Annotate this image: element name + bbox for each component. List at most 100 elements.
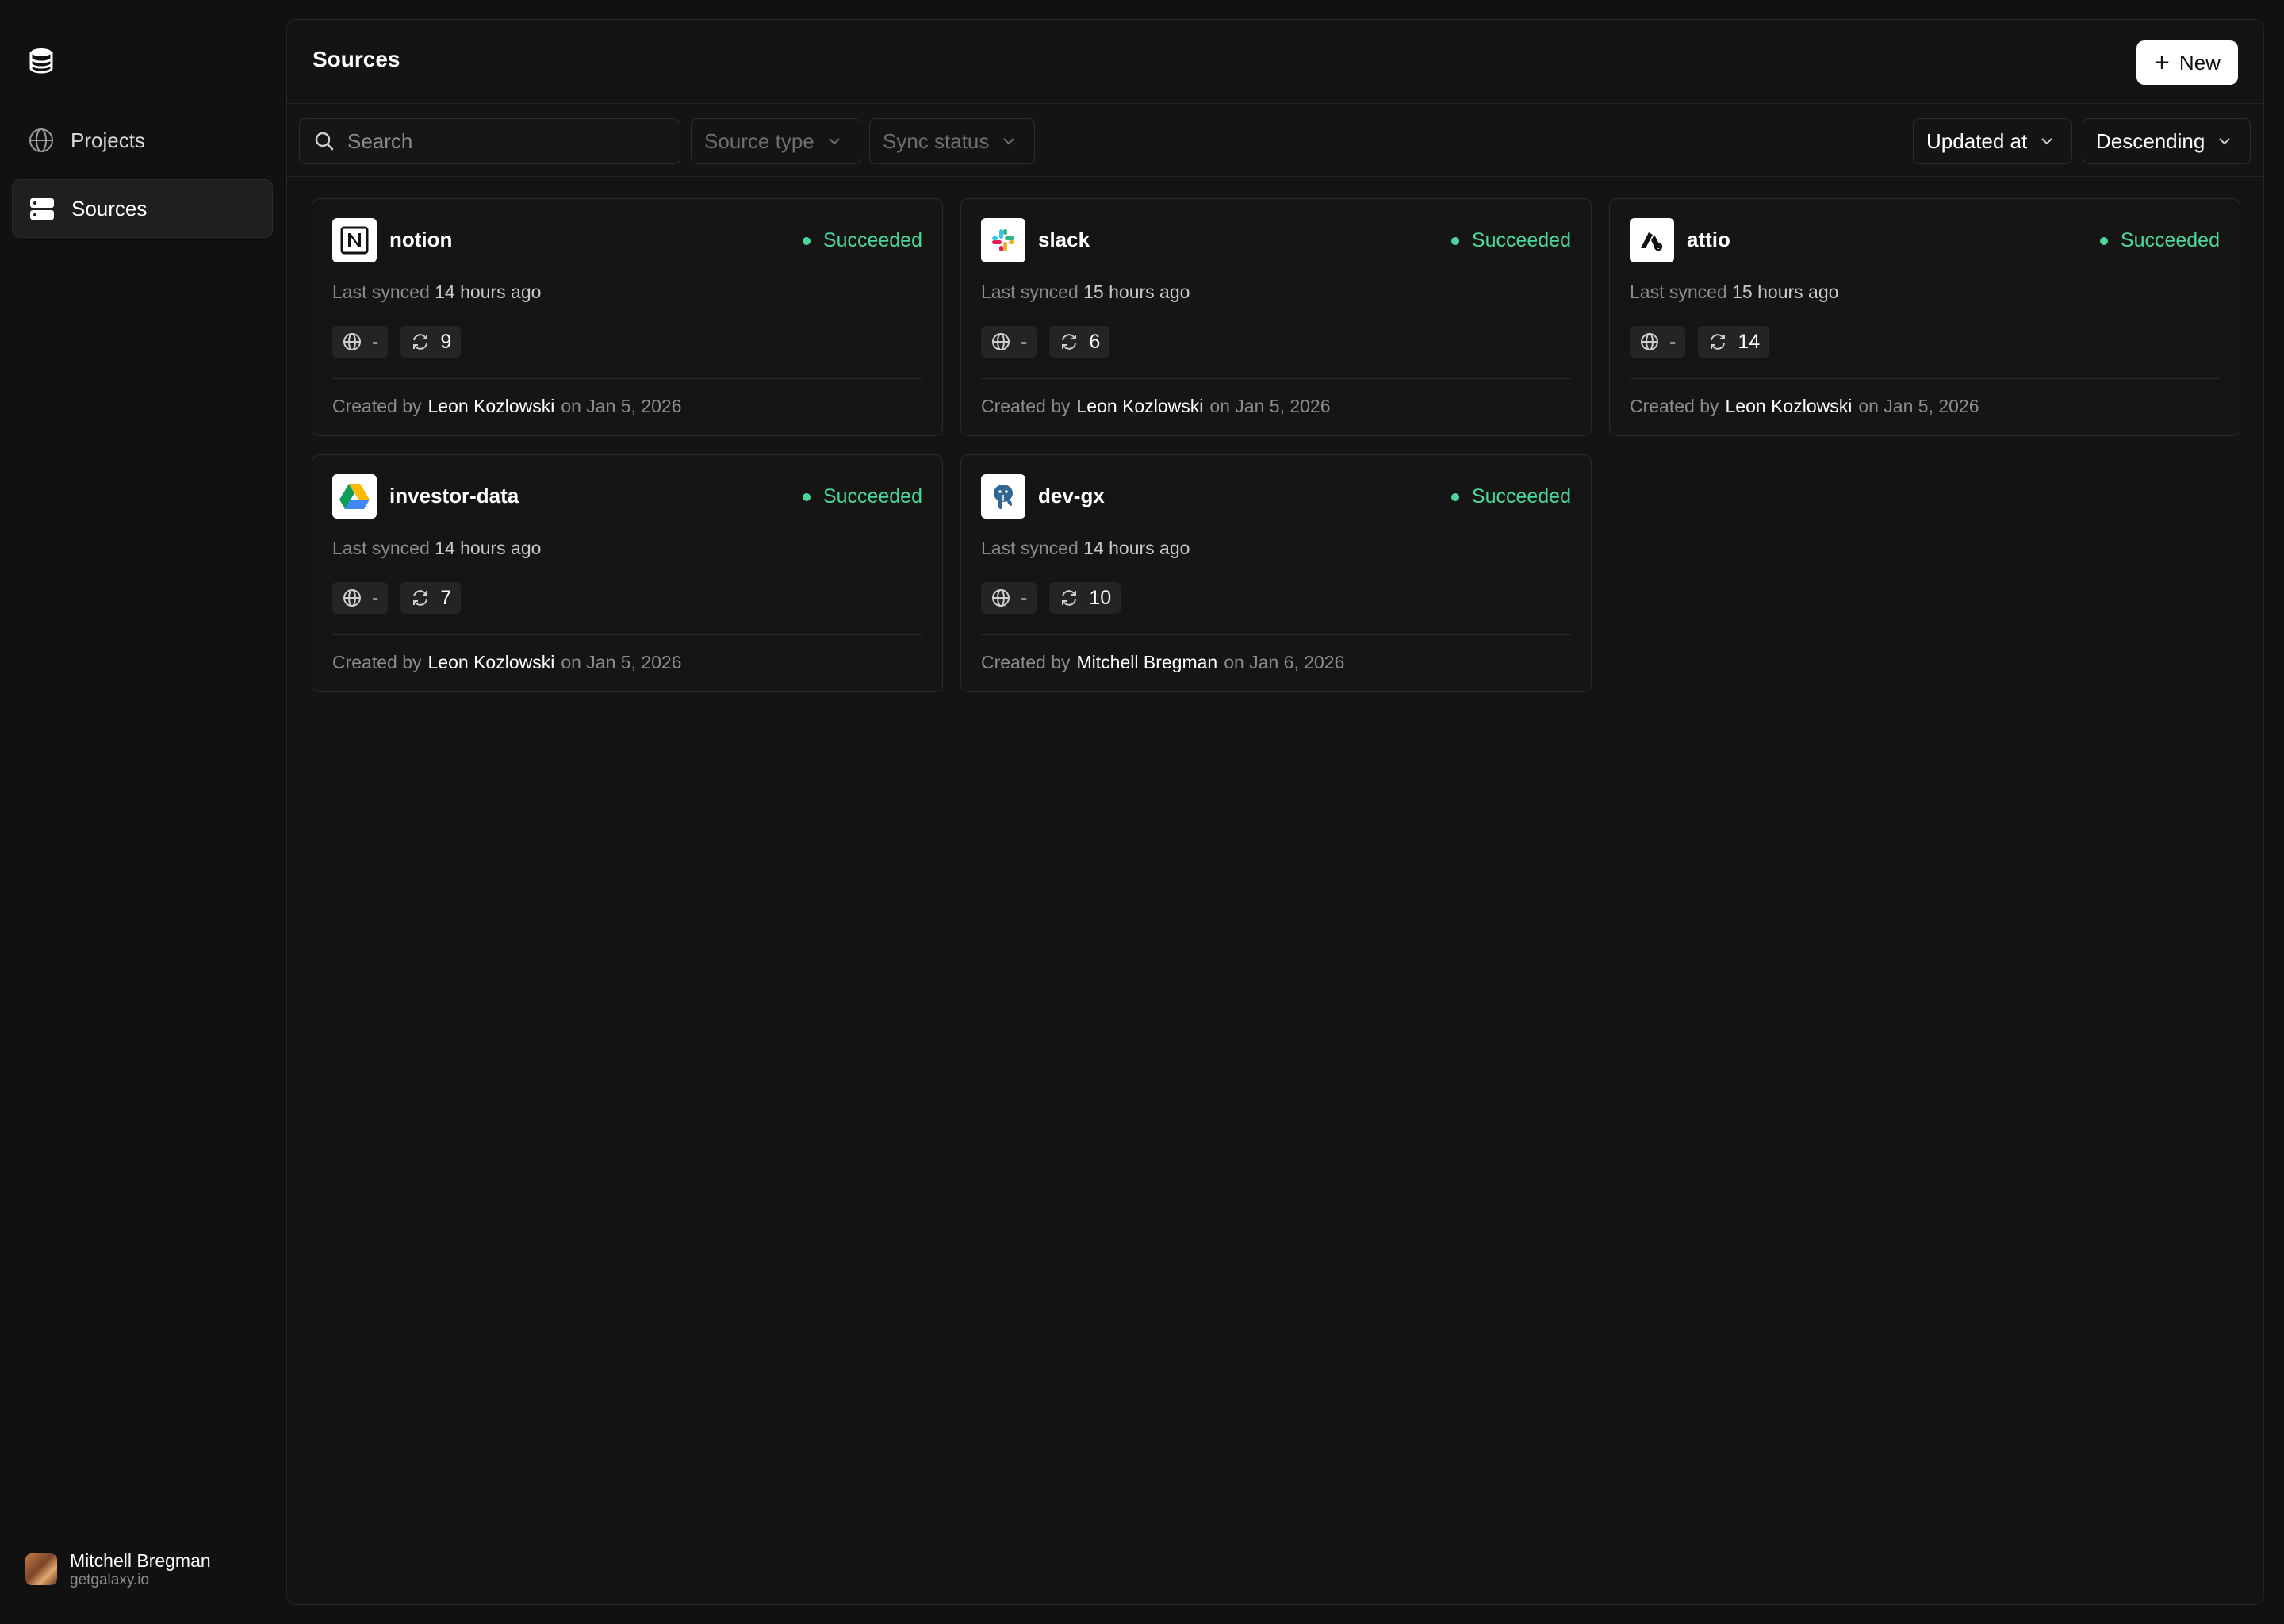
- notion-icon: [332, 218, 377, 262]
- refresh-icon: [410, 331, 431, 352]
- sidebar-item-projects[interactable]: Projects: [12, 111, 273, 170]
- last-synced-prefix: Last synced: [332, 538, 430, 558]
- last-synced-time: 14 hours ago: [435, 538, 542, 558]
- projects-value: -: [1669, 330, 1677, 353]
- divider: [332, 378, 922, 379]
- status-label: Succeeded: [2120, 229, 2220, 251]
- filter-bar: Source type Sync status Updated at Desce…: [287, 104, 2263, 177]
- last-synced-time: 15 hours ago: [1732, 282, 1839, 302]
- creator-name: Leon Kozlowski: [427, 652, 555, 672]
- syncs-value: 9: [440, 330, 452, 353]
- search-box[interactable]: [299, 118, 680, 164]
- chevron-down-icon: [2040, 134, 2054, 148]
- source-name: attio: [1687, 228, 1730, 251]
- sidebar-item-sources[interactable]: Sources: [12, 179, 273, 238]
- last-synced: Last synced 14 hours ago: [332, 538, 541, 559]
- sync-status-dropdown[interactable]: Sync status: [869, 118, 1035, 164]
- created-date: on Jan 6, 2026: [1224, 652, 1345, 672]
- divider: [981, 378, 1571, 379]
- creator-name: Leon Kozlowski: [427, 396, 555, 416]
- search-input[interactable]: [346, 128, 663, 155]
- projects-count: -: [332, 326, 389, 358]
- syncs-value: 7: [440, 586, 452, 609]
- created-date: on Jan 5, 2026: [1858, 396, 1979, 416]
- server-icon: [29, 195, 56, 222]
- source-name: investor-data: [389, 484, 519, 508]
- status-badge: Succeeded: [1450, 229, 1571, 252]
- sort-order-dropdown[interactable]: Descending: [2083, 118, 2251, 164]
- globe-icon: [991, 331, 1011, 352]
- last-synced-time: 14 hours ago: [1083, 538, 1190, 558]
- syncs-value: 6: [1089, 330, 1101, 353]
- created-prefix: Created by: [332, 396, 422, 416]
- plus-icon: +: [2154, 48, 2170, 78]
- last-synced-prefix: Last synced: [981, 538, 1079, 558]
- last-synced-time: 15 hours ago: [1083, 282, 1190, 302]
- created-date: on Jan 5, 2026: [561, 652, 682, 672]
- created-by: Created by Leon Kozlowski on Jan 5, 2026: [981, 396, 1331, 417]
- divider: [981, 634, 1571, 635]
- sidebar-item-label: Sources: [71, 196, 148, 220]
- status-label: Succeeded: [1471, 229, 1571, 251]
- last-synced-prefix: Last synced: [1630, 282, 1727, 302]
- last-synced-prefix: Last synced: [981, 282, 1079, 302]
- created-prefix: Created by: [981, 396, 1071, 416]
- projects-value: -: [1021, 586, 1028, 609]
- divider: [332, 634, 922, 635]
- projects-count: -: [981, 326, 1037, 358]
- card-stats: - 6: [981, 326, 1122, 358]
- syncs-count: 6: [1049, 326, 1110, 358]
- created-prefix: Created by: [332, 652, 422, 672]
- sidebar-item-label: Projects: [71, 128, 145, 152]
- user-name: Mitchell Bregman: [70, 1550, 211, 1571]
- attio-icon: [1630, 218, 1674, 262]
- source-card[interactable]: notion Succeeded Last synced 14 hours ag…: [312, 198, 943, 436]
- search-icon: [314, 131, 335, 151]
- user-profile[interactable]: Mitchell Bregman getgalaxy.io: [25, 1549, 211, 1589]
- creator-name: Leon Kozlowski: [1076, 396, 1204, 416]
- projects-count: -: [981, 582, 1037, 614]
- page-title: Sources: [312, 47, 400, 71]
- new-source-button[interactable]: + New: [2136, 40, 2238, 85]
- last-synced: Last synced 15 hours ago: [981, 282, 1190, 303]
- globe-icon: [28, 127, 55, 154]
- status-label: Succeeded: [822, 485, 922, 508]
- card-stats: - 7: [332, 582, 473, 614]
- projects-count: -: [332, 582, 389, 614]
- chevron-down-icon: [2217, 134, 2232, 148]
- last-synced: Last synced 14 hours ago: [332, 282, 541, 303]
- status-dot-icon: [802, 236, 811, 245]
- status-badge: Succeeded: [1450, 485, 1571, 508]
- page-header: Sources + New: [287, 20, 2263, 104]
- created-by: Created by Mitchell Bregman on Jan 6, 2026: [981, 652, 1344, 673]
- projects-value: -: [372, 330, 379, 353]
- syncs-value: 14: [1738, 330, 1761, 353]
- avatar: [25, 1553, 57, 1585]
- created-prefix: Created by: [1630, 396, 1719, 416]
- status-dot-icon: [1450, 492, 1459, 501]
- source-type-dropdown[interactable]: Source type: [691, 118, 860, 164]
- source-name: notion: [389, 228, 453, 251]
- created-date: on Jan 5, 2026: [561, 396, 682, 416]
- source-card[interactable]: slack Succeeded Last synced 15 hours ago…: [960, 198, 1592, 436]
- globe-icon: [342, 588, 362, 608]
- last-synced: Last synced 15 hours ago: [1630, 282, 1838, 303]
- creator-name: Leon Kozlowski: [1725, 396, 1853, 416]
- sort-by-dropdown[interactable]: Updated at: [1913, 118, 2072, 164]
- source-card[interactable]: dev-gx Succeeded Last synced 14 hours ag…: [960, 454, 1592, 692]
- status-badge: Succeeded: [802, 229, 922, 252]
- sync-status-label: Sync status: [883, 128, 990, 153]
- card-stats: - 14: [1630, 326, 1782, 358]
- refresh-icon: [1707, 331, 1728, 352]
- source-card[interactable]: investor-data Succeeded Last synced 14 h…: [312, 454, 943, 692]
- last-synced-time: 14 hours ago: [435, 282, 542, 302]
- new-button-label: New: [2179, 50, 2221, 75]
- globe-icon: [1639, 331, 1660, 352]
- source-card[interactable]: attio Succeeded Last synced 15 hours ago…: [1609, 198, 2240, 436]
- database-icon[interactable]: [27, 46, 56, 75]
- projects-value: -: [372, 586, 379, 609]
- creator-name: Mitchell Bregman: [1076, 652, 1218, 672]
- source-name: dev-gx: [1038, 484, 1105, 508]
- google-drive-icon: [332, 474, 377, 519]
- last-synced-prefix: Last synced: [332, 282, 430, 302]
